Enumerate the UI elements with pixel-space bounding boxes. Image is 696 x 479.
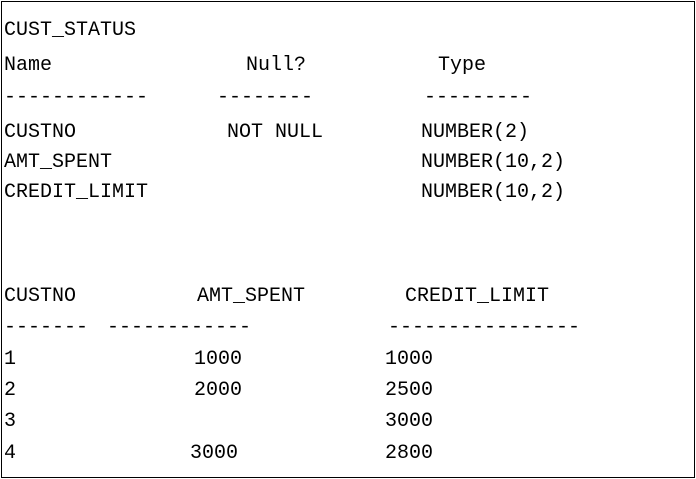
result-separator-credit-limit: ---------------- [388, 316, 581, 339]
result-cell-amt-spent: 3000 [190, 442, 239, 465]
describe-column-name: CREDIT_LIMIT [4, 181, 149, 204]
describe-column-name: CUSTNO [4, 121, 77, 144]
result-cell-credit-limit: 2500 [385, 379, 434, 402]
result-header-amt-spent: AMT_SPENT [197, 285, 306, 308]
describe-header-name: Name [4, 54, 53, 77]
describe-separator-null: -------- [217, 86, 314, 109]
result-cell-credit-limit: 1000 [385, 348, 434, 371]
describe-column-null: NOT NULL [227, 121, 324, 144]
describe-column-name: AMT_SPENT [4, 151, 113, 174]
describe-column-type: NUMBER(10,2) [421, 181, 566, 204]
describe-separator-type: --------- [424, 86, 533, 109]
table-name-title: CUST_STATUS [4, 19, 137, 42]
result-cell-custno: 4 [4, 442, 17, 465]
result-cell-credit-limit: 2800 [385, 442, 434, 465]
describe-header-type: Type [438, 54, 487, 77]
result-cell-custno: 1 [4, 348, 17, 371]
describe-column-type: NUMBER(2) [421, 121, 530, 144]
result-cell-credit-limit: 3000 [385, 410, 434, 433]
result-header-custno: CUSTNO [4, 285, 77, 308]
result-cell-amt-spent: 1000 [194, 348, 243, 371]
describe-header-null: Null? [246, 54, 307, 77]
result-separator-amt-spent: ------------ [107, 316, 252, 339]
result-cell-amt-spent: 2000 [194, 379, 243, 402]
result-cell-custno: 3 [4, 410, 17, 433]
describe-column-type: NUMBER(10,2) [421, 151, 566, 174]
sql-output-panel: CUST_STATUS Name Null? Type ------------… [1, 1, 695, 478]
describe-separator-name: ------------ [4, 86, 149, 109]
result-separator-custno: ------- [4, 316, 89, 339]
result-header-credit-limit: CREDIT_LIMIT [405, 285, 550, 308]
result-cell-custno: 2 [4, 379, 17, 402]
